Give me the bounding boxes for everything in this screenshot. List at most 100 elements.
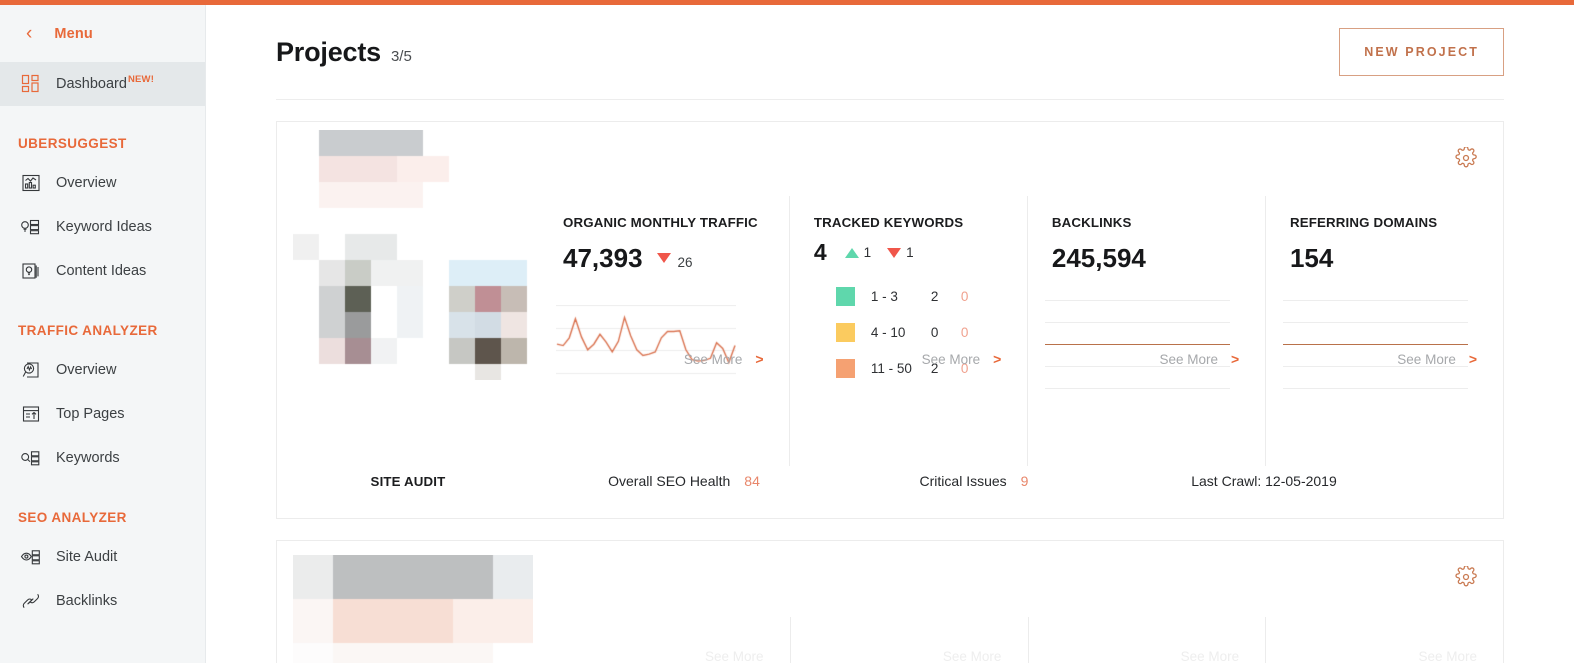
tracked-total: 4 [813, 239, 827, 265]
seo-health-value: 84 [744, 473, 760, 489]
sidebar-item-label: Keywords [56, 450, 120, 466]
tracked-down-count: 1 [906, 245, 914, 260]
see-more-label: See More [1180, 648, 1240, 663]
see-more-label: See More [921, 351, 981, 367]
chevron-right-icon: > [1468, 351, 1478, 367]
sidebar-section-traffic-analyzer: TRAFFIC ANALYZER [18, 323, 158, 338]
metric-heading: TRACKED KEYWORDS [813, 215, 964, 230]
rank-range: 1 - 3 [870, 288, 898, 304]
project-card-body: See More See More See More See More [277, 541, 1503, 663]
bar-chart-overview-icon [18, 171, 44, 195]
referring-domains-value: 154 [1289, 243, 1334, 273]
see-more-tracked-keywords[interactable]: See More > [790, 334, 1028, 384]
chevron-right-icon: > [1231, 351, 1240, 367]
page-header: Projects 3/5 NEW PROJECT [276, 5, 1504, 99]
gear-icon[interactable] [1455, 146, 1477, 169]
sidebar-item-ubersuggest-overview[interactable]: Overview [0, 161, 205, 205]
tracked-summary: 4 1 1 [814, 239, 1027, 266]
new-badge: NEW! [127, 74, 155, 85]
new-project-button[interactable]: NEW PROJECT [1339, 28, 1504, 76]
gear-icon[interactable] [1455, 565, 1477, 588]
sidebar-item-backlinks[interactable]: Backlinks [0, 579, 205, 623]
see-more-row: See More > See More > See More > See Mor… [539, 334, 1503, 384]
sidebar-item-keyword-ideas[interactable]: Keyword Ideas [0, 205, 205, 249]
sidebar-menu-label: Menu [54, 25, 93, 42]
triangle-down-icon [887, 247, 902, 258]
page-title: Projects [276, 36, 381, 67]
metric-heading: ORGANIC MONTHLY TRAFFIC [563, 215, 758, 230]
chart-line [1282, 300, 1468, 301]
dashboard-text: Dashboard [56, 76, 127, 92]
sidebar-item-dashboard[interactable]: DashboardNEW! [0, 62, 205, 106]
metric-tracked-keywords: TRACKED KEYWORDS 4 1 1 1 - 3 2 0 4 - 10 … [788, 196, 1027, 466]
metrics-columns: ORGANIC MONTHLY TRAFFIC 47,393 26 TRACKE… [539, 196, 1503, 466]
table-row: 1 - 3 2 0 [814, 278, 1027, 314]
chart-line [1044, 388, 1230, 390]
see-more-organic[interactable]: See More [539, 641, 790, 663]
main-content: Projects 3/5 NEW PROJECT ORGANIC MONTHLY… [206, 5, 1574, 663]
metric-backlinks: BACKLINKS 245,594 [1026, 196, 1265, 466]
organic-traffic-delta: 26 [677, 255, 693, 270]
see-more-organic[interactable]: See More > [539, 334, 790, 384]
see-more-referring-domains[interactable]: See More [1265, 641, 1503, 663]
see-more-tracked-keywords[interactable]: See More [790, 641, 1028, 663]
chart-line [1044, 322, 1230, 323]
metric-value-row: 154 [1290, 243, 1503, 274]
chart-line [1282, 322, 1468, 323]
header-divider [276, 99, 1504, 100]
backlinks-value: 245,594 [1051, 243, 1146, 273]
critical-issues-value: 9 [1020, 473, 1029, 489]
sidebar-item-label: Overview [56, 362, 117, 378]
site-audit-label: SITE AUDIT [370, 473, 446, 489]
triangle-down-icon [656, 253, 671, 263]
sidebar-item-label: DashboardNEW! [56, 74, 155, 92]
see-more-referring-domains[interactable]: See More > [1265, 334, 1503, 384]
critical-issues-group: Critical Issues 9 [829, 473, 1119, 489]
sidebar-item-site-audit[interactable]: Site Audit [0, 535, 205, 579]
sidebar: ‹ Menu DashboardNEW! UBERSUGGEST Overvie… [0, 5, 206, 663]
triangle-up-icon [844, 247, 859, 258]
project-card-body: ORGANIC MONTHLY TRAFFIC 47,393 26 TRACKE… [277, 122, 1503, 518]
top-pages-icon [18, 402, 44, 426]
seo-health-label: Overall SEO Health [608, 473, 731, 489]
see-more-backlinks[interactable]: See More [1027, 641, 1265, 663]
sidebar-item-top-pages[interactable]: Top Pages [0, 392, 205, 436]
page-title-group: Projects 3/5 [276, 37, 412, 68]
site-audit-row: SITE AUDIT Overall SEO Health 84 Critica… [277, 444, 1503, 518]
sidebar-menu-toggle[interactable]: ‹ Menu [0, 5, 205, 62]
sidebar-item-label: Site Audit [56, 549, 118, 565]
project-thumbnail-blurred [293, 130, 533, 380]
see-more-backlinks[interactable]: See More > [1027, 334, 1265, 384]
content-ideas-icon [18, 259, 44, 283]
see-more-label: See More [1397, 351, 1456, 367]
chevron-left-icon: ‹ [26, 23, 33, 44]
sidebar-item-label: Backlinks [56, 593, 118, 609]
rank-count: 2 [930, 288, 939, 304]
sidebar-item-traffic-overview[interactable]: Overview [0, 348, 205, 392]
eye-list-icon [18, 545, 44, 569]
metric-heading: BACKLINKS [1051, 215, 1132, 230]
metric-value-row: 47,393 26 [563, 243, 789, 274]
metric-value-row: 245,594 [1052, 243, 1265, 274]
sidebar-item-content-ideas[interactable]: Content Ideas [0, 249, 205, 293]
see-more-row: See More See More See More See More [539, 641, 1503, 663]
sidebar-item-label: Overview [56, 175, 117, 191]
sidebar-section-ubersuggest: UBERSUGGEST [18, 136, 127, 151]
app-root: ‹ Menu DashboardNEW! UBERSUGGEST Overvie… [0, 0, 1574, 663]
seo-health-group: Overall SEO Health 84 [539, 473, 829, 489]
project-thumbnail-blurred [293, 555, 533, 663]
last-crawl-label: Last Crawl: 12-05-2019 [1191, 473, 1337, 489]
sidebar-item-keywords[interactable]: Keywords [0, 436, 205, 480]
critical-issues-label: Critical Issues [919, 473, 1007, 489]
see-more-label: See More [942, 648, 1002, 663]
metric-heading: REFERRING DOMAINS [1289, 215, 1438, 230]
metric-referring-domains: REFERRING DOMAINS 154 [1264, 196, 1503, 466]
organic-traffic-value: 47,393 [563, 243, 643, 273]
last-crawl-group: Last Crawl: 12-05-2019 [1119, 473, 1409, 489]
sidebar-item-label: Top Pages [56, 406, 125, 422]
project-card: ORGANIC MONTHLY TRAFFIC 47,393 26 TRACKE… [276, 121, 1504, 519]
magnifier-chart-icon [18, 358, 44, 382]
see-more-label: See More [1418, 648, 1478, 663]
dashboard-grid-icon [18, 72, 44, 96]
see-more-label: See More [683, 351, 743, 367]
